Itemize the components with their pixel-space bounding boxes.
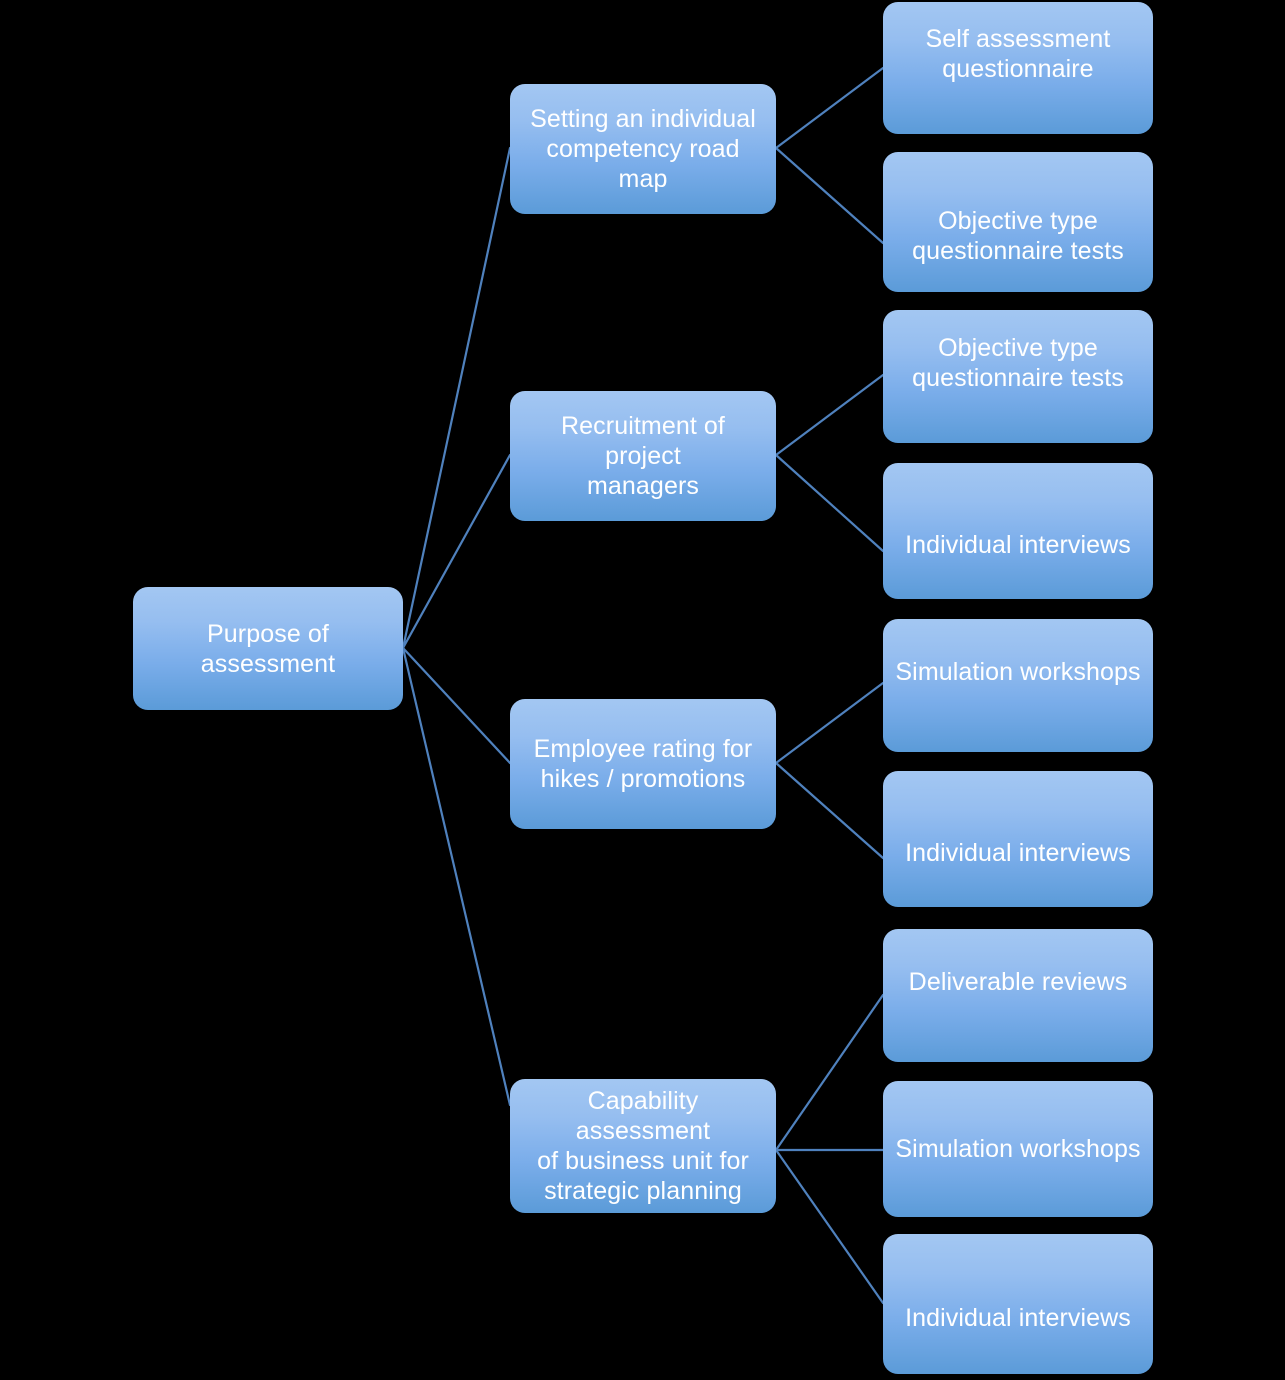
- connector-branch-1-to-leaf-1: [774, 66, 885, 150]
- node-leaf-self-assessment-questionnaire[interactable]: Self assessment questionnaire: [883, 2, 1153, 134]
- node-root-purpose-of-assessment[interactable]: Purpose of assessment: [133, 587, 403, 710]
- node-label: Individual interviews: [905, 531, 1131, 559]
- connector-root-to-branch-1: [401, 146, 512, 650]
- node-branch-setting-competency-road-map[interactable]: Setting an individual competency road ma…: [510, 84, 776, 214]
- node-leaf-individual-interviews-3[interactable]: Individual interviews: [883, 1234, 1153, 1374]
- connector-branch-3-to-leaf-2: [774, 761, 885, 860]
- connector-branch-4-to-leaf-1: [774, 993, 885, 1152]
- connector-branch-1-to-leaf-2: [774, 146, 885, 245]
- node-leaf-objective-type-questionnaire-tests-1[interactable]: Objective type questionnaire tests: [883, 152, 1153, 292]
- node-label: Self assessment questionnaire: [925, 25, 1111, 83]
- node-label: Simulation workshops: [895, 657, 1141, 686]
- node-branch-capability-assessment[interactable]: Capability assessment of business unit f…: [510, 1079, 776, 1213]
- node-leaf-simulation-workshops-2[interactable]: Simulation workshops: [883, 1081, 1153, 1217]
- diagram-canvas: Purpose of assessment Setting an individ…: [0, 0, 1285, 1380]
- connector-branch-4-to-leaf-3: [774, 1148, 885, 1305]
- node-leaf-deliverable-reviews[interactable]: Deliverable reviews: [883, 929, 1153, 1062]
- connector-root-to-branch-4: [401, 646, 512, 1107]
- node-label: Setting an individual competency road ma…: [530, 105, 756, 193]
- node-label: Deliverable reviews: [908, 967, 1128, 996]
- node-label: Capability assessment of business unit f…: [537, 1087, 749, 1205]
- node-branch-recruitment-of-project-managers[interactable]: Recruitment of project managers: [510, 391, 776, 521]
- node-leaf-individual-interviews-1[interactable]: Individual interviews: [883, 463, 1153, 599]
- node-label: Individual interviews: [905, 1304, 1131, 1332]
- node-label: Employee rating for hikes / promotions: [533, 735, 753, 793]
- node-label: Purpose of assessment: [200, 619, 336, 678]
- node-label: Individual interviews: [905, 839, 1131, 867]
- node-label: Recruitment of project managers: [561, 412, 725, 500]
- node-branch-employee-rating[interactable]: Employee rating for hikes / promotions: [510, 699, 776, 829]
- node-label: Objective type questionnaire tests: [912, 333, 1124, 392]
- node-label: Objective type questionnaire tests: [912, 207, 1124, 265]
- connector-branch-3-to-leaf-1: [774, 681, 885, 765]
- node-leaf-individual-interviews-2[interactable]: Individual interviews: [883, 771, 1153, 907]
- node-leaf-objective-type-questionnaire-tests-2[interactable]: Objective type questionnaire tests: [883, 310, 1153, 443]
- connector-branch-2-to-leaf-2: [774, 453, 885, 553]
- node-leaf-simulation-workshops-1[interactable]: Simulation workshops: [883, 619, 1153, 752]
- node-label: Simulation workshops: [895, 1135, 1141, 1163]
- connector-root-to-branch-2: [401, 453, 512, 650]
- connector-root-to-branch-3: [401, 646, 512, 765]
- connector-branch-2-to-leaf-1: [774, 373, 885, 457]
